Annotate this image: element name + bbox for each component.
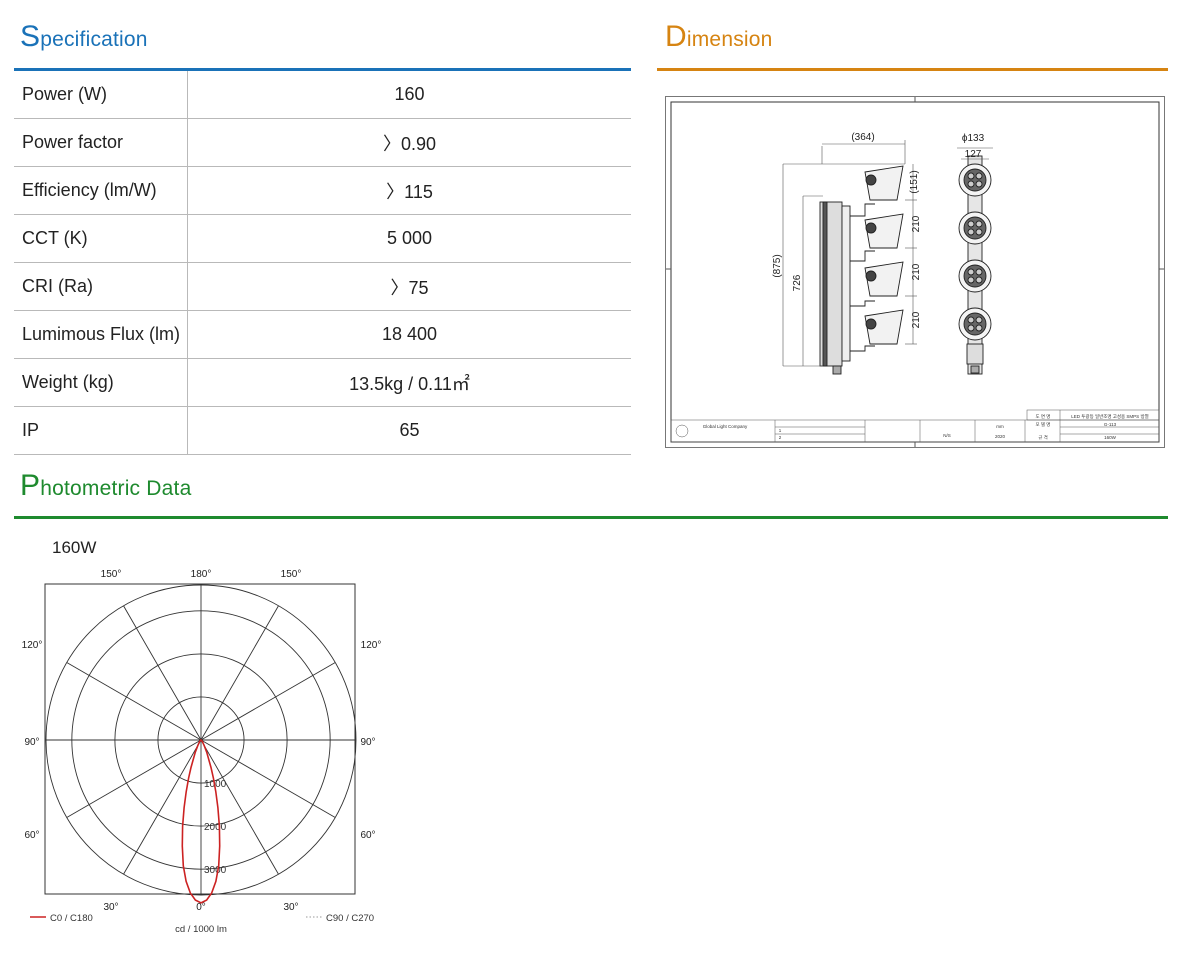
legend-c0-label: C0 / C180 xyxy=(50,913,93,924)
specification-title: Specification xyxy=(20,20,148,53)
angle-label: 120° xyxy=(361,640,382,651)
table-row: CCT (K) 5 000 xyxy=(14,214,631,263)
polar-spoke xyxy=(123,605,202,741)
spec-label: Lumimous Flux (lm) xyxy=(14,310,188,359)
spec-value: 〉115 xyxy=(187,166,631,215)
title-block-field-label: 모 델 명 xyxy=(1036,421,1051,427)
spec-label: Power factor xyxy=(14,118,188,167)
spec-label: CCT (K) xyxy=(14,214,188,263)
spec-value: 13.5kg / 0.11㎡ xyxy=(187,358,631,407)
title-block-drawing-title: LED 투광등 일반조명 고성용 SMPS 방열 xyxy=(1071,413,1148,420)
spec-value: 〉0.90 xyxy=(187,118,631,167)
angle-label: 90° xyxy=(360,737,375,748)
dim-total-height-label: (875) xyxy=(772,254,783,277)
angle-label: 60° xyxy=(360,830,375,841)
legend-c90-label: C90 / C270 xyxy=(326,913,374,924)
table-row: Lumimous Flux (lm) 18 400 xyxy=(14,310,631,359)
chart-title: 160W xyxy=(52,538,97,557)
dim-diameter-label: ϕ133 xyxy=(962,133,985,144)
spec-label: Power (W) xyxy=(14,71,188,119)
spec-label: Weight (kg) xyxy=(14,358,188,407)
dim-body-height-label: 726 xyxy=(792,274,803,291)
title-block-spec: 160W xyxy=(1104,435,1117,440)
polar-spoke xyxy=(200,739,279,875)
title-block-field-label: 도 면 명 xyxy=(1036,413,1051,419)
angle-label: 120° xyxy=(22,640,43,651)
polar-chart: 100020003000 150° 180° 150° 120° 120° 90… xyxy=(22,569,382,935)
polar-spoke xyxy=(200,662,336,741)
spec-label: IP xyxy=(14,406,188,455)
angle-label: 30° xyxy=(283,902,298,913)
angle-label: 0° xyxy=(196,902,206,913)
dimension-title: Dimension xyxy=(665,20,773,53)
specification-table: Power (W) 160 Power factor 〉0.90 Efficienc… xyxy=(14,71,631,455)
photometric-divider xyxy=(14,516,1168,519)
table-row: Power factor 〉0.90 xyxy=(14,118,631,167)
radial-tick-label: 3000 xyxy=(204,865,227,876)
polar-spoke xyxy=(123,739,202,875)
table-row: IP 65 xyxy=(14,406,631,455)
table-row: Weight (kg) 13.5kg / 0.11㎡ xyxy=(14,358,631,407)
radial-tick-label: 2000 xyxy=(204,822,227,833)
table-row: CRI (Ra) 〉75 xyxy=(14,262,631,311)
angle-label: 90° xyxy=(24,737,39,748)
spec-value: 〉75 xyxy=(187,262,631,311)
title-block-model: G-113 xyxy=(1104,422,1117,427)
polar-spoke xyxy=(200,605,279,741)
title-block-scale: N/S xyxy=(943,433,951,438)
polar-spoke xyxy=(66,739,202,818)
spec-label: CRI (Ra) xyxy=(14,262,188,311)
unit-label: cd / 1000 lm xyxy=(175,924,227,935)
spec-value: 5 000 xyxy=(187,214,631,263)
title-block-year: 2020 xyxy=(995,434,1006,439)
dim-spacing-label: 210 xyxy=(911,311,922,328)
dimension-divider xyxy=(657,68,1168,71)
spec-value: 65 xyxy=(187,406,631,455)
photometric-title: Photometric Data xyxy=(20,469,192,502)
polar-spoke xyxy=(66,662,202,741)
angle-label: 30° xyxy=(103,902,118,913)
dimension-drawing: (364) (151) (875) 726 210 210 210 ϕ133 1… xyxy=(665,96,1165,448)
table-row: Efficiency (lm/W) 〉115 xyxy=(14,166,631,215)
angle-label: 180° xyxy=(191,569,212,580)
dim-spacing-label: 210 xyxy=(911,263,922,280)
spec-label: Efficiency (lm/W) xyxy=(14,166,188,215)
title-block-company: Global Light Company xyxy=(703,424,748,429)
table-row: Power (W) 160 xyxy=(14,71,631,119)
angle-label: 150° xyxy=(101,569,122,580)
dim-head-label: (151) xyxy=(909,170,920,193)
dim-spacing-label: 210 xyxy=(911,215,922,232)
angle-label: 150° xyxy=(281,569,302,580)
dim-width-label: (364) xyxy=(851,132,874,143)
spec-value: 18 400 xyxy=(187,310,631,359)
title-block-field-label: 규 격 xyxy=(1038,434,1048,441)
angle-label: 60° xyxy=(24,830,39,841)
dim-inner-label: 127 xyxy=(965,149,982,160)
title-block-unit: mm xyxy=(996,424,1004,429)
spec-value: 160 xyxy=(187,71,631,119)
